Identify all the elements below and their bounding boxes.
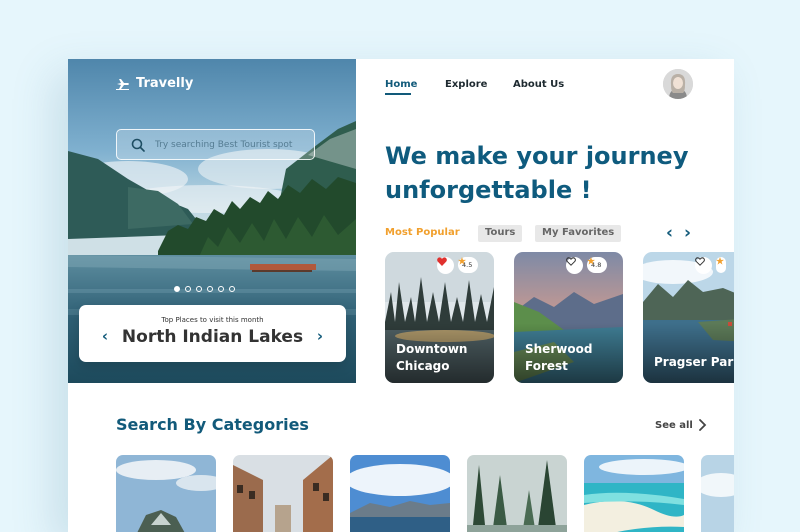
plane-icon [116,78,129,90]
star-icon [587,257,595,265]
rating-badge [716,257,726,273]
destination-name: Pragser Park [654,355,734,369]
chevron-right-icon [698,419,707,431]
category-card-city-street[interactable] [233,455,333,532]
destination-name: Downtown Chicago [396,342,468,373]
nav-active-indicator [385,93,411,95]
carousel-dot[interactable] [218,286,224,292]
search-input[interactable] [155,139,305,150]
nav-explore[interactable]: Explore [445,79,487,90]
lake-image [350,455,450,532]
carousel-dot[interactable] [229,286,235,292]
tab-my-favorites[interactable]: My Favorites [535,225,622,242]
brand-logo[interactable]: Travelly [116,76,193,91]
app-frame: Travelly Top Places to visit this month … [68,59,734,532]
beach-image [584,455,684,532]
heart-filled-icon [437,257,447,266]
category-card-beach[interactable] [584,455,684,532]
hero-headline: We make your journey unforgettable ! [385,139,715,207]
user-avatar-image [663,69,693,99]
carousel-dots [174,286,235,292]
favorite-button[interactable] [695,257,712,274]
see-all-label: See all [655,419,693,431]
destination-name: Sherwood Forest [525,342,593,373]
headline-line-2: unforgettable ! [385,176,592,204]
heart-outline-icon [695,257,705,266]
star-icon [458,257,466,265]
star-icon [716,257,724,265]
rating-badge: 4.8 [587,257,608,273]
greenhouse-image [116,455,216,532]
rating-badge: 4.5 [458,257,479,273]
search-icon [131,138,145,152]
tab-most-popular[interactable]: Most Popular [385,225,467,242]
avatar[interactable] [663,69,693,99]
hero-banner: Travelly Top Places to visit this month … [68,59,356,383]
tab-tours[interactable]: Tours [478,225,523,242]
favorite-button[interactable] [566,257,583,274]
category-card-forest[interactable] [467,455,567,532]
city-street-image [233,455,333,532]
featured-next-button[interactable]: › [312,327,328,347]
carousel-dot[interactable] [207,286,213,292]
heart-outline-icon [566,257,576,266]
category-card-lake[interactable] [350,455,450,532]
headline-line-1: We make your journey [385,142,689,170]
nav-about-us[interactable]: About Us [513,79,564,90]
forest-image [467,455,567,532]
featured-place-title: North Indian Lakes [121,327,304,347]
featured-place-subtitle: Top Places to visit this month [161,316,264,324]
carousel-dot[interactable] [174,286,180,292]
destination-card-pragser-park[interactable]: Pragser Park [643,252,734,383]
categories-title: Search By Categories [116,415,309,434]
category-card-partial[interactable] [701,455,734,532]
carousel-dot[interactable] [185,286,191,292]
cloud-sky-image [701,455,734,532]
nav-home[interactable]: Home [385,79,417,90]
see-all-link[interactable]: See all [655,419,707,431]
category-card-greenhouse[interactable] [116,455,216,532]
featured-place-card: Top Places to visit this month ‹ North I… [79,305,346,362]
destination-card-sherwood-forest[interactable]: 4.8 Sherwood Forest [514,252,623,383]
destinations-next-button[interactable]: › [684,223,691,243]
brand-name: Travelly [136,76,194,91]
destination-card-downtown-chicago[interactable]: 4.5 Downtown Chicago [385,252,494,383]
destinations-prev-button[interactable]: ‹ [666,223,673,243]
favorite-button[interactable] [437,257,454,274]
hero-search-box[interactable] [116,129,315,160]
carousel-dot[interactable] [196,286,202,292]
